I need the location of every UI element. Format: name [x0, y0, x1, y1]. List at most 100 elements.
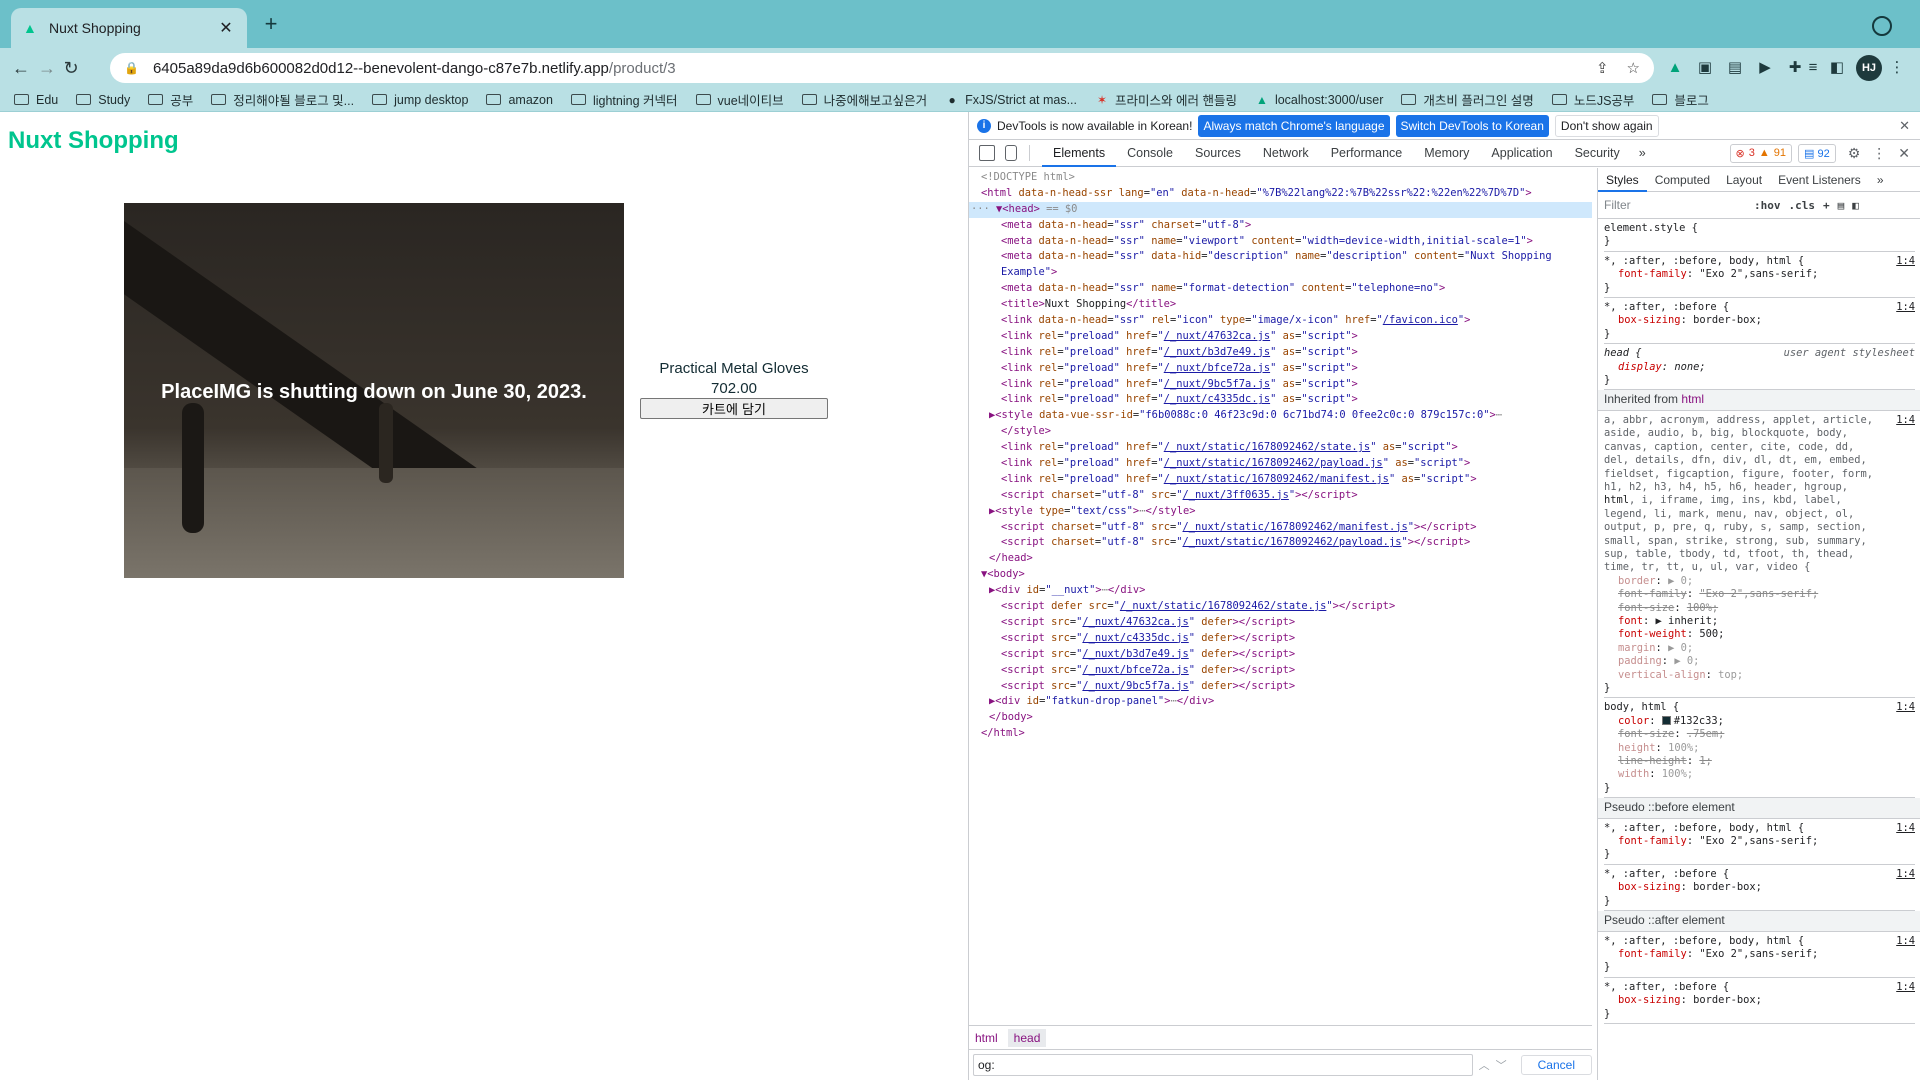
dom-line[interactable]: <script defer src="/_nuxt/static/1678092…: [969, 599, 1592, 615]
dom-line[interactable]: </head>: [969, 551, 1592, 567]
bookmark-link[interactable]: ✶ 프라미스와 에러 핸들링: [1095, 90, 1237, 109]
dom-line[interactable]: <script src="/_nuxt/c4335dc.js" defer></…: [969, 631, 1592, 647]
rule-source-link[interactable]: 1:4: [1896, 981, 1915, 994]
dom-line[interactable]: <script charset="utf-8" src="/_nuxt/stat…: [969, 535, 1592, 551]
computed-toggle-icon[interactable]: ▤: [1838, 199, 1845, 212]
tab-performance[interactable]: Performance: [1320, 140, 1414, 167]
dom-line[interactable]: Example">: [969, 265, 1592, 281]
color-swatch[interactable]: [1661, 715, 1671, 725]
dom-line[interactable]: <script src="/_nuxt/bfce72a.js" defer></…: [969, 663, 1592, 679]
bookmark-folder[interactable]: 나중에해보고싶은거: [801, 90, 927, 109]
new-rule-icon[interactable]: +: [1823, 199, 1830, 212]
forward-icon[interactable]: →: [36, 57, 58, 79]
rule-source-link[interactable]: 1:4: [1896, 255, 1915, 268]
rule-source-link[interactable]: 1:4: [1896, 935, 1915, 948]
bookmark-folder[interactable]: amazon: [486, 93, 553, 107]
styles-filter-input[interactable]: Filter: [1604, 198, 1746, 212]
dom-line[interactable]: <link rel="preload" href="/_nuxt/static/…: [969, 472, 1592, 488]
back-icon[interactable]: ←: [10, 57, 32, 79]
dom-line[interactable]: ▼<body>: [969, 567, 1592, 583]
bookmark-folder[interactable]: Edu: [14, 93, 58, 107]
search-prev-icon[interactable]: ︿: [1479, 1057, 1490, 1073]
dont-show-again-button[interactable]: Don't show again: [1554, 114, 1659, 137]
rule-element-style[interactable]: element.style {}: [1604, 219, 1915, 252]
switch-korean-button[interactable]: Switch DevTools to Korean: [1395, 114, 1549, 137]
side-panel-icon[interactable]: ◧: [1826, 57, 1848, 79]
dom-line-selected[interactable]: ··· ▼<head> == $0: [969, 201, 1592, 218]
issues-counter[interactable]: ⊗ 3 ▲ 91: [1729, 143, 1792, 163]
style-rule[interactable]: 1:4 *, :after, :before, body, html {font-…: [1604, 819, 1915, 865]
site-brand-link[interactable]: Nuxt Shopping: [8, 127, 179, 155]
tab-styles[interactable]: Styles: [1598, 168, 1647, 192]
bookmark-folder[interactable]: 노드JS공부: [1551, 90, 1634, 109]
cls-toggle[interactable]: .cls: [1789, 199, 1816, 212]
extension-icon[interactable]: ▤: [1724, 57, 1746, 79]
reload-icon[interactable]: ↻: [60, 57, 82, 79]
dom-line[interactable]: <script src="/_nuxt/9bc5f7a.js" defer></…: [969, 679, 1592, 695]
style-rule[interactable]: 1:4 *, :after, :before {box-sizing: borde…: [1604, 865, 1915, 912]
profile-avatar[interactable]: HJ: [1856, 55, 1882, 81]
bookmark-link[interactable]: ● FxJS/Strict at mas...: [945, 93, 1077, 107]
search-next-icon[interactable]: ﹀: [1496, 1057, 1507, 1073]
match-language-button[interactable]: Always match Chrome's language: [1198, 114, 1390, 137]
rule-source-link[interactable]: 1:4: [1896, 701, 1915, 714]
sidebar-toggle-icon[interactable]: ◧: [1852, 199, 1859, 212]
dom-line[interactable]: </html>: [969, 726, 1592, 742]
close-tab-icon[interactable]: ✕: [217, 18, 235, 38]
dom-line[interactable]: <link rel="preload" href="/_nuxt/bfce72a…: [969, 361, 1592, 377]
more-subtabs-icon[interactable]: »: [1869, 168, 1892, 192]
close-infobar-icon[interactable]: ✕: [1899, 118, 1910, 134]
dom-line[interactable]: ▶<div id="__nuxt">⋯</div>: [969, 583, 1592, 599]
messages-counter[interactable]: ▤ 92: [1797, 143, 1836, 163]
dom-line[interactable]: <link rel="preload" href="/_nuxt/c4335dc…: [969, 392, 1592, 408]
dom-line[interactable]: <link rel="preload" href="/_nuxt/static/…: [969, 456, 1592, 472]
device-toolbar-icon[interactable]: [1005, 145, 1017, 161]
tab-application[interactable]: Application: [1480, 140, 1563, 167]
dom-line[interactable]: <script charset="utf-8" src="/_nuxt/3ff0…: [969, 488, 1592, 504]
style-rule[interactable]: 1:4 *, :after, :before, body, html {font-…: [1604, 932, 1915, 978]
dom-line[interactable]: </body>: [969, 710, 1592, 726]
menu-kebab-icon[interactable]: ⋮: [1886, 57, 1908, 79]
nuxt-devtools-extension-icon[interactable]: ▲: [1664, 57, 1686, 79]
bookmark-star-icon[interactable]: ☆: [1627, 59, 1640, 77]
dom-line[interactable]: <script charset="utf-8" src="/_nuxt/stat…: [969, 520, 1592, 536]
bookmark-folder[interactable]: Study: [76, 93, 130, 107]
dom-line[interactable]: <meta data-n-head="ssr" data-hid="descri…: [969, 249, 1592, 265]
settings-gear-icon[interactable]: ⚙: [1848, 145, 1861, 162]
dom-line[interactable]: <meta data-n-head="ssr" name="viewport" …: [969, 234, 1592, 250]
tab-memory[interactable]: Memory: [1413, 140, 1480, 167]
dom-line[interactable]: </style>: [969, 424, 1592, 440]
style-rule[interactable]: 1:4 body, html { color: #132c33; font-si…: [1604, 698, 1915, 799]
address-bar[interactable]: 🔒 6405a89da9d6b600082d0d12--benevolent-d…: [110, 53, 1654, 83]
hov-toggle[interactable]: :hov: [1754, 199, 1781, 212]
dom-line[interactable]: <meta data-n-head="ssr" charset="utf-8">: [969, 218, 1592, 234]
elements-dom-tree[interactable]: <!DOCTYPE html> <html data-n-head-ssr la…: [969, 168, 1592, 1025]
dom-line[interactable]: ▶<style type="text/css">⋯</style>: [969, 504, 1592, 520]
dom-line[interactable]: <script src="/_nuxt/b3d7e49.js" defer></…: [969, 647, 1592, 663]
inspect-element-icon[interactable]: [979, 145, 995, 161]
bookmark-folder[interactable]: jump desktop: [372, 93, 468, 107]
dom-line[interactable]: <html data-n-head-ssr lang="en" data-n-h…: [969, 186, 1592, 202]
style-rule[interactable]: 1:4 *, :after, :before {box-sizing: borde…: [1604, 298, 1915, 345]
tab-network[interactable]: Network: [1252, 140, 1320, 167]
dom-line[interactable]: <!DOCTYPE html>: [969, 170, 1592, 186]
breadcrumb-html[interactable]: html: [975, 1031, 998, 1045]
style-rule[interactable]: 1:4 *, :after, :before {box-sizing: borde…: [1604, 978, 1915, 1024]
dom-line[interactable]: ▶<div id="fatkun-drop-panel">⋯</div>: [969, 694, 1592, 710]
lock-icon[interactable]: 🔒: [124, 61, 139, 75]
tab-sources[interactable]: Sources: [1184, 140, 1252, 167]
rule-source-link[interactable]: 1:4: [1896, 822, 1915, 835]
new-tab-button[interactable]: +: [260, 13, 282, 35]
more-tabs-icon[interactable]: »: [1631, 146, 1654, 160]
add-to-cart-button[interactable]: 카트에 담기: [640, 398, 828, 419]
extension-icon[interactable]: ▣: [1694, 57, 1716, 79]
bookmark-folder[interactable]: lightning 커넥터: [570, 90, 678, 109]
tab-search-icon[interactable]: [1872, 16, 1892, 36]
dom-line[interactable]: <link rel="preload" href="/_nuxt/static/…: [969, 440, 1592, 456]
tab-security[interactable]: Security: [1564, 140, 1631, 167]
devtools-menu-icon[interactable]: ⋮: [1872, 145, 1886, 162]
bookmark-folder[interactable]: 블로그: [1652, 90, 1709, 109]
search-cancel-button[interactable]: Cancel: [1520, 1055, 1592, 1075]
dom-line[interactable]: <link rel="preload" href="/_nuxt/9bc5f7a…: [969, 377, 1592, 393]
tab-computed[interactable]: Computed: [1647, 168, 1718, 192]
